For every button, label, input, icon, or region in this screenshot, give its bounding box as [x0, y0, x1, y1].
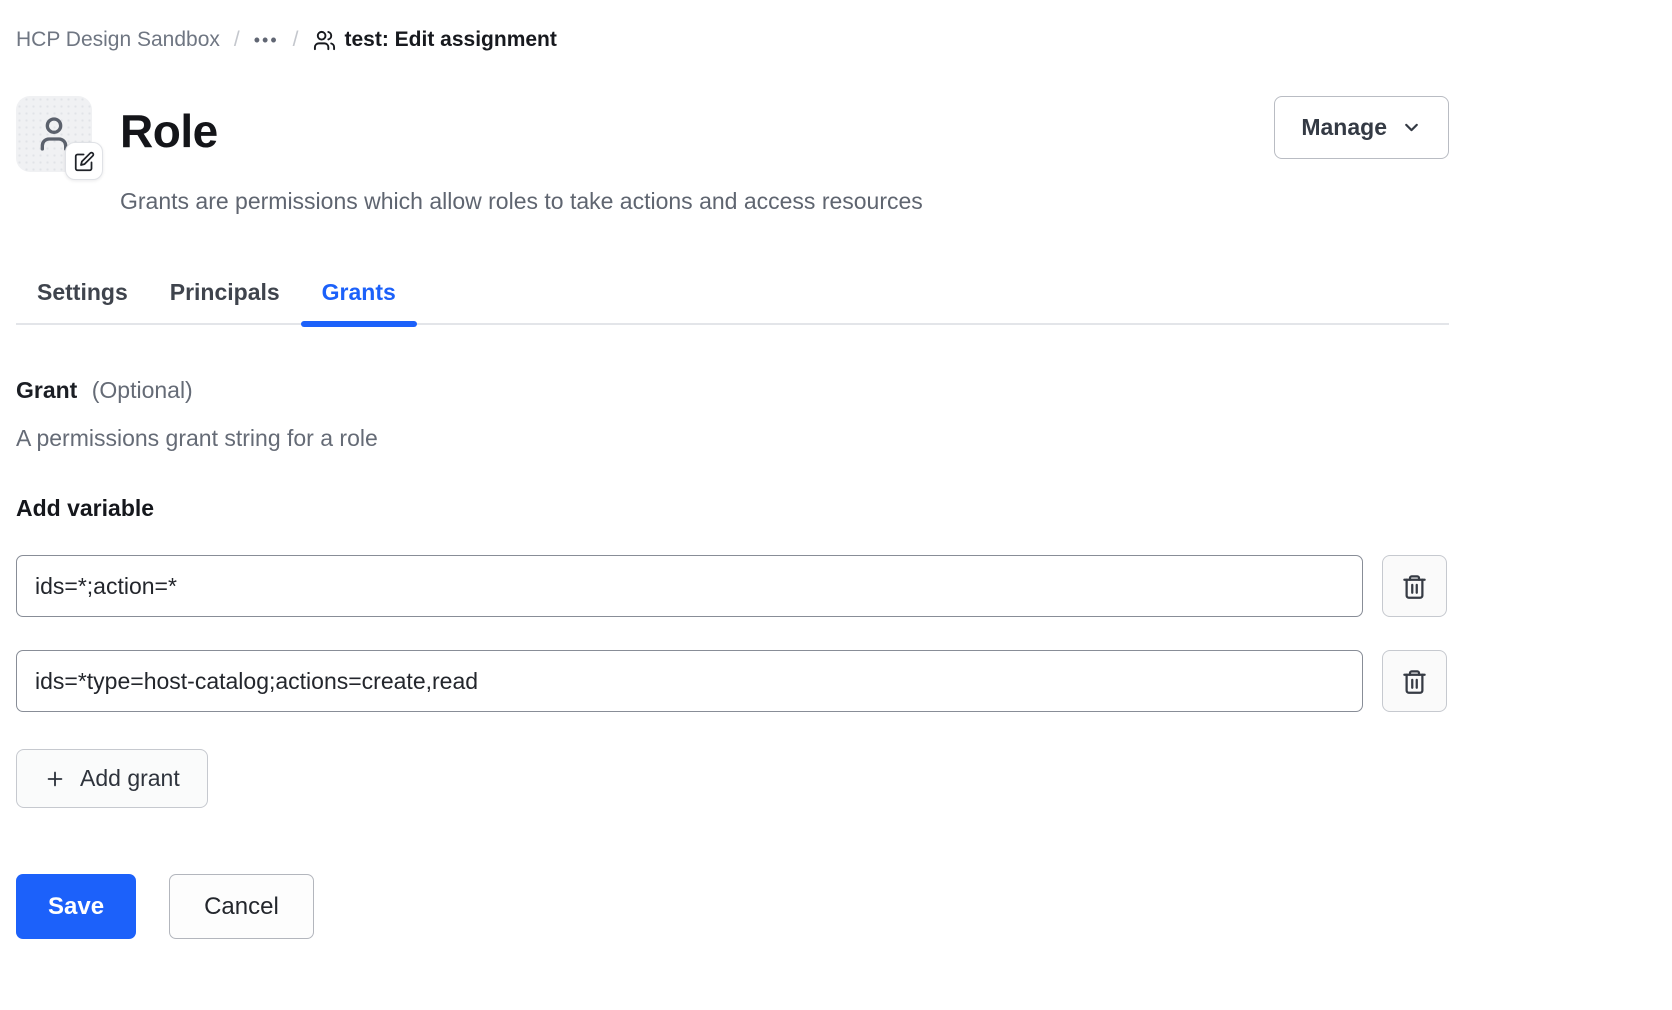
grant-row: [16, 650, 1449, 712]
grant-label: Grant: [16, 377, 77, 403]
role-avatar-wrap: [16, 96, 92, 172]
breadcrumb: HCP Design Sandbox / ••• / test: Edit as…: [16, 28, 1449, 52]
page-title: Role: [120, 96, 1274, 166]
users-icon: [313, 29, 336, 52]
page-subtitle: Grants are permissions which allow roles…: [120, 188, 1274, 215]
add-grant-button-label: Add grant: [80, 765, 180, 792]
manage-button-label: Manage: [1301, 114, 1387, 141]
tab-grants[interactable]: Grants: [301, 279, 417, 323]
role-tabs: Settings Principals Grants: [16, 279, 1449, 325]
grants-section: Grant (Optional) A permissions grant str…: [16, 377, 1449, 939]
breadcrumb-separator: /: [234, 28, 240, 52]
tab-principals[interactable]: Principals: [149, 279, 301, 323]
plus-icon: [44, 768, 66, 790]
header-text: Role Grants are permissions which allow …: [120, 96, 1274, 215]
delete-grant-2-button[interactable]: [1382, 650, 1447, 712]
cancel-button[interactable]: Cancel: [169, 874, 314, 939]
manage-dropdown-button[interactable]: Manage: [1274, 96, 1449, 159]
breadcrumb-root-link[interactable]: HCP Design Sandbox: [16, 28, 220, 52]
grant-input-2[interactable]: [16, 650, 1363, 712]
breadcrumb-separator: /: [293, 28, 299, 52]
breadcrumb-ellipsis-menu[interactable]: •••: [254, 30, 279, 51]
delete-grant-1-button[interactable]: [1382, 555, 1447, 617]
edit-pencil-icon: [74, 151, 95, 172]
trash-icon: [1401, 573, 1428, 600]
role-edit-page: HCP Design Sandbox / ••• / test: Edit as…: [0, 0, 1449, 939]
form-actions: Save Cancel: [16, 874, 1449, 939]
page-header: Role Grants are permissions which allow …: [16, 96, 1449, 215]
breadcrumb-current-label: test: Edit assignment: [345, 28, 557, 52]
chevron-down-icon: [1401, 117, 1422, 138]
grant-row: [16, 555, 1449, 617]
grant-input-1[interactable]: [16, 555, 1363, 617]
breadcrumb-current: test: Edit assignment: [313, 28, 557, 52]
grant-help-text: A permissions grant string for a role: [16, 425, 1449, 452]
grant-optional-label: (Optional): [92, 377, 193, 403]
add-variable-label: Add variable: [16, 495, 1449, 522]
add-grant-button[interactable]: Add grant: [16, 749, 208, 808]
trash-icon: [1401, 668, 1428, 695]
tab-settings[interactable]: Settings: [16, 279, 149, 323]
edit-avatar-button[interactable]: [65, 142, 103, 180]
grant-label-row: Grant (Optional): [16, 377, 1449, 404]
save-button[interactable]: Save: [16, 874, 136, 939]
